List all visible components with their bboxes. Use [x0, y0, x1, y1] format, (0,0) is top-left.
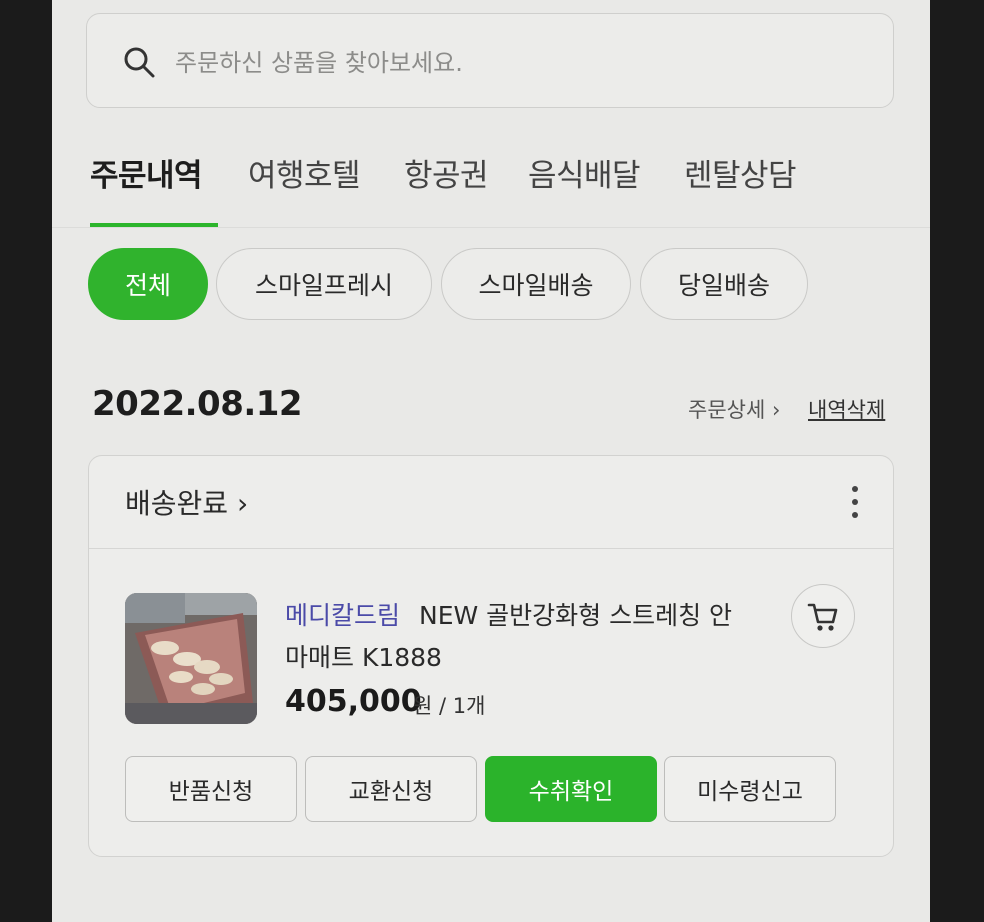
tab-flights[interactable]: 항공권	[404, 150, 489, 195]
tab-food-delivery[interactable]: 음식배달	[528, 150, 641, 195]
add-to-cart-button[interactable]	[791, 584, 855, 648]
confirm-receipt-button[interactable]: 수취확인	[485, 756, 657, 822]
price-unit-quantity: 원 / 1개	[413, 694, 486, 718]
delete-history-link[interactable]: 내역삭제	[808, 394, 885, 424]
product-thumbnail[interactable]	[125, 593, 257, 724]
order-history-screen: 주문내역 여행호텔 항공권 음식배달 렌탈상담 전체 스마일프레시 스마일배송 …	[52, 0, 930, 922]
search-input[interactable]	[173, 42, 857, 84]
more-options-icon[interactable]	[845, 486, 865, 522]
search-bar[interactable]	[86, 13, 894, 108]
card-divider	[89, 548, 893, 549]
product-price: 405,000	[285, 684, 422, 719]
order-detail-link[interactable]: 주문상세 ›	[688, 394, 780, 424]
filter-chip-smile-delivery[interactable]: 스마일배송	[441, 248, 631, 320]
return-request-button[interactable]: 반품신청	[125, 756, 297, 822]
tabs-divider	[52, 227, 930, 228]
tab-order-history[interactable]: 주문내역	[90, 150, 203, 195]
report-not-received-button[interactable]: 미수령신고	[664, 756, 836, 822]
product-brand[interactable]: 메디칼드림	[285, 596, 400, 632]
filter-chip-smile-fresh[interactable]: 스마일프레시	[216, 248, 432, 320]
product-name-line2[interactable]: 마매트 K1888	[285, 638, 442, 674]
filter-chip-same-day[interactable]: 당일배송	[640, 248, 808, 320]
order-date: 2022.08.12	[92, 384, 303, 424]
product-name-line1[interactable]: NEW 골반강화형 스트레칭 안	[419, 596, 732, 632]
tab-rental-consult[interactable]: 렌탈상담	[684, 150, 797, 195]
exchange-request-button[interactable]: 교환신청	[305, 756, 477, 822]
order-card: 배송완료 › 메디칼드림 NEW 골반강화형 스트레칭 안 마매트 K1888 …	[88, 455, 894, 857]
filter-chip-all[interactable]: 전체	[88, 248, 208, 320]
delivery-status-link[interactable]: 배송완료 ›	[125, 482, 248, 522]
tab-travel-hotel[interactable]: 여행호텔	[248, 150, 361, 195]
search-icon	[124, 47, 155, 78]
cart-icon	[807, 603, 838, 631]
